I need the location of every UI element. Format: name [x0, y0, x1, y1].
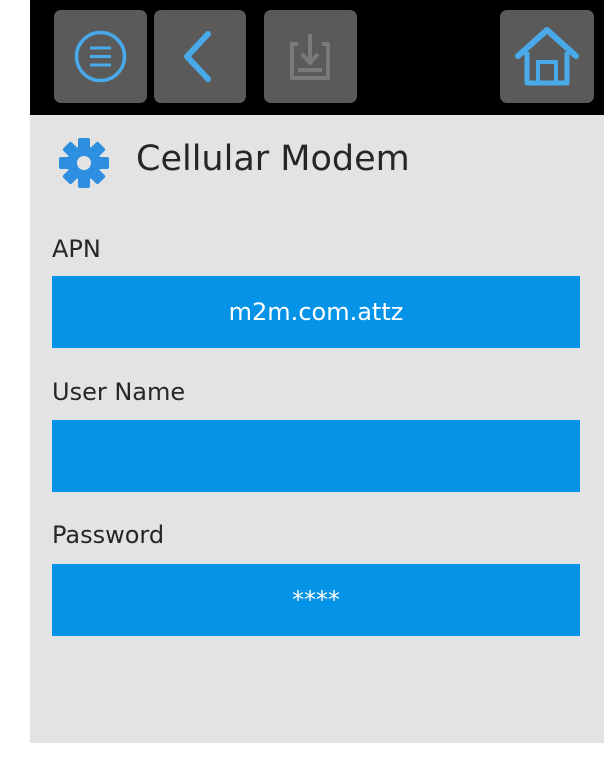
bottom-margin: [30, 743, 604, 771]
apn-field[interactable]: m2m.com.attz: [52, 276, 580, 348]
save-icon: [290, 34, 330, 80]
password-field[interactable]: ****: [52, 564, 580, 636]
gear-icon: [59, 138, 109, 188]
username-label: User Name: [52, 378, 186, 406]
apn-label: APN: [52, 235, 101, 263]
menu-icon: [74, 30, 127, 83]
password-label: Password: [52, 521, 165, 549]
home-icon: [515, 27, 579, 86]
device-screen: Cellular Modem APN m2m.com.attz User Nam…: [30, 0, 604, 771]
back-icon: [184, 31, 211, 82]
menu-button[interactable]: [54, 10, 147, 103]
home-button[interactable]: [500, 10, 594, 103]
page-title: Cellular Modem: [136, 139, 410, 179]
save-button[interactable]: [264, 10, 357, 103]
top-toolbar: [30, 0, 604, 115]
content-panel: Cellular Modem APN m2m.com.attz User Nam…: [30, 115, 604, 743]
username-field[interactable]: [52, 420, 580, 492]
back-button[interactable]: [154, 10, 246, 103]
